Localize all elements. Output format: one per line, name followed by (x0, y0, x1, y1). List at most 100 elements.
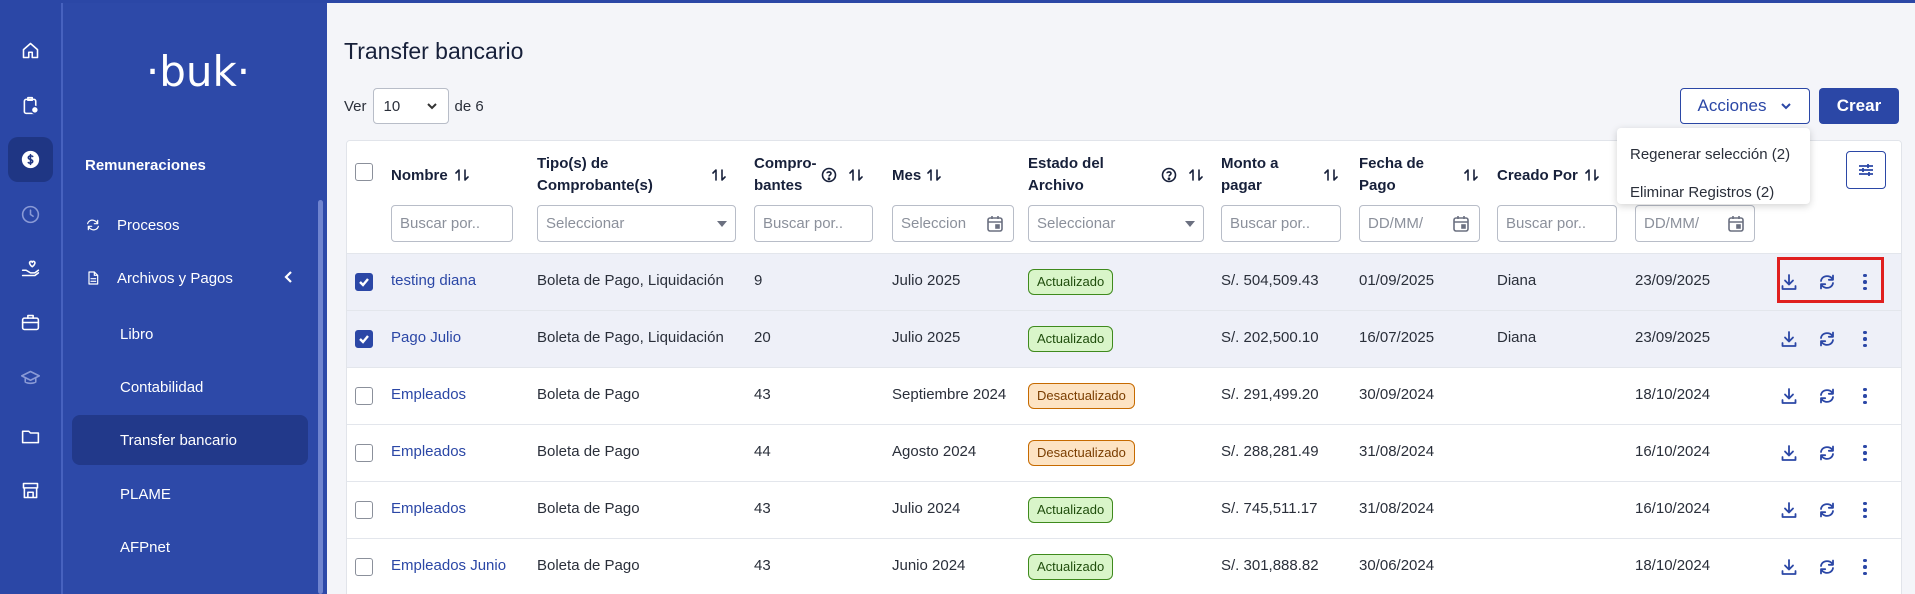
filter-nombre-input[interactable]: Buscar por.. (391, 205, 513, 242)
filter-creado-por-input[interactable]: Buscar por.. (1497, 205, 1617, 242)
cell-monto: S/. 504,509.43 (1221, 272, 1319, 289)
row-checkbox[interactable] (355, 330, 373, 348)
more-options-icon[interactable] (1855, 557, 1875, 577)
more-options-icon[interactable] (1855, 272, 1875, 292)
help-icon[interactable] (821, 167, 837, 183)
table-row[interactable]: testing diana Boleta de Pago, Liquidación… (347, 253, 1901, 310)
sidebar-item-afpnet[interactable]: AFPnet (72, 522, 308, 572)
page-size-select[interactable]: 10 (372, 88, 449, 124)
filter-mes-input[interactable]: Seleccion (892, 205, 1014, 242)
menu-item-eliminar-registros[interactable]: Eliminar Registros (2) (1617, 174, 1810, 212)
cell-nombre-link[interactable]: Empleados (391, 500, 466, 517)
table-row[interactable]: Empleados Boleta de Pago 44 Agosto 2024 Desa… (347, 424, 1901, 481)
download-icon[interactable] (1779, 557, 1799, 577)
calendar-icon[interactable] (1451, 214, 1471, 234)
sidebar-item-libro[interactable]: Libro (72, 309, 308, 359)
cell-fecha-creacion: 18/10/2024 (1635, 386, 1711, 403)
buk-logo[interactable]: ·buk· (133, 44, 263, 104)
download-icon[interactable] (1779, 386, 1799, 406)
icon-rail (0, 0, 61, 594)
more-options-icon[interactable] (1855, 329, 1875, 349)
table-row[interactable]: Empleados Boleta de Pago 43 Septiembre 2024… (347, 367, 1901, 424)
filter-monto-input[interactable]: Buscar por.. (1221, 205, 1341, 242)
header-creado-por[interactable]: Creado Por (1497, 165, 1578, 187)
menu-archivos-y-pagos[interactable]: Archivos y Pagos (85, 266, 233, 290)
more-options-icon[interactable] (1855, 443, 1875, 463)
header-estado-archivo[interactable]: Estado del Archivo (1028, 153, 1104, 197)
filter-fecha-pago-input[interactable]: DD/MM/ (1359, 205, 1480, 242)
regenerate-icon[interactable] (1817, 500, 1837, 520)
store-icon[interactable] (8, 468, 53, 513)
filter-estado-select[interactable]: Seleccionar (1028, 205, 1204, 242)
header-fecha-pago[interactable]: Fecha de Pago (1359, 153, 1424, 197)
filter-comprobantes-input[interactable]: Buscar por.. (754, 205, 873, 242)
sort-icon[interactable] (1324, 167, 1338, 183)
regenerate-icon[interactable] (1817, 272, 1837, 292)
menu-item-regenerar-seleccion[interactable]: Regenerar selección (2) (1617, 136, 1810, 174)
cell-nombre-link[interactable]: Empleados Junio (391, 557, 506, 574)
sidebar-item-plame[interactable]: PLAME (72, 469, 308, 519)
acciones-button[interactable]: Acciones (1680, 88, 1810, 124)
sort-icon[interactable] (849, 167, 863, 183)
table-row[interactable]: Empleados Junio Boleta de Pago 43 Junio 202… (347, 538, 1901, 594)
header-tipo-comprobante[interactable]: Tipo(s) de Comprobante(s) (537, 153, 653, 197)
menu-procesos-label: Procesos (117, 216, 180, 234)
table-row[interactable]: Empleados Boleta de Pago 43 Julio 2024 Actua… (347, 481, 1901, 538)
cell-nombre-link[interactable]: Empleados (391, 386, 466, 403)
regenerate-icon[interactable] (1817, 386, 1837, 406)
folder-icon[interactable] (8, 414, 53, 459)
download-icon[interactable] (1779, 443, 1799, 463)
calendar-icon[interactable] (1726, 214, 1746, 234)
row-checkbox[interactable] (355, 444, 373, 462)
sort-icon[interactable] (1464, 167, 1478, 183)
briefcase-icon[interactable] (8, 300, 53, 345)
clock-icon[interactable] (8, 192, 53, 237)
download-icon[interactable] (1779, 272, 1799, 292)
clipboard-clock-icon[interactable] (8, 83, 53, 128)
more-options-icon[interactable] (1855, 500, 1875, 520)
regenerate-icon[interactable] (1817, 557, 1837, 577)
cell-nombre-link[interactable]: Pago Julio (391, 329, 461, 346)
sort-icon[interactable] (455, 167, 469, 183)
select-all-checkbox[interactable] (355, 163, 373, 181)
hand-heart-icon[interactable] (8, 246, 53, 291)
download-icon[interactable] (1779, 329, 1799, 349)
sort-icon[interactable] (712, 167, 726, 183)
header-mes[interactable]: Mes (892, 165, 921, 187)
chevron-left-icon[interactable] (282, 270, 296, 284)
sidebar-scrollbar[interactable] (318, 200, 323, 594)
calendar-icon[interactable] (985, 214, 1005, 234)
more-options-icon[interactable] (1855, 386, 1875, 406)
crear-button[interactable]: Crear (1819, 88, 1899, 124)
table-row[interactable]: Pago Julio Boleta de Pago, Liquidación 20 J… (347, 310, 1901, 367)
row-checkbox[interactable] (355, 558, 373, 576)
help-icon[interactable] (1161, 167, 1177, 183)
row-checkbox[interactable] (355, 273, 373, 291)
sidebar-item-contabilidad[interactable]: Contabilidad (72, 362, 308, 412)
graduation-cap-icon[interactable] (8, 356, 53, 401)
menu-procesos[interactable]: Procesos (85, 213, 180, 237)
row-checkbox[interactable] (355, 501, 373, 519)
cell-nombre-link[interactable]: testing diana (391, 272, 476, 289)
header-nombre[interactable]: Nombre (391, 165, 448, 187)
svg-text:·buk·: ·buk· (146, 47, 250, 96)
header-monto-pagar[interactable]: Monto a pagar (1221, 153, 1279, 197)
header-comprobantes[interactable]: Compro-bantes (754, 153, 817, 197)
sort-icon[interactable] (1189, 167, 1203, 183)
sidebar-item-transfer-bancario[interactable]: Transfer bancario (72, 415, 308, 465)
cell-nombre-link[interactable]: Empleados (391, 443, 466, 460)
row-checkbox[interactable] (355, 387, 373, 405)
cell-mes: Agosto 2024 (892, 443, 977, 460)
payroll-dollar-icon[interactable] (8, 137, 53, 182)
regenerate-icon[interactable] (1817, 329, 1837, 349)
caret-down-icon (1185, 220, 1195, 227)
download-icon[interactable] (1779, 500, 1799, 520)
sort-icon[interactable] (1585, 167, 1599, 183)
filter-tipo-select[interactable]: Seleccionar (537, 205, 736, 242)
chevron-down-icon (1781, 103, 1792, 110)
home-icon[interactable] (8, 28, 53, 73)
cell-fecha-pago: 31/08/2024 (1359, 500, 1435, 517)
sort-icon[interactable] (927, 167, 941, 183)
regenerate-icon[interactable] (1817, 443, 1837, 463)
column-settings-button[interactable] (1846, 151, 1886, 189)
